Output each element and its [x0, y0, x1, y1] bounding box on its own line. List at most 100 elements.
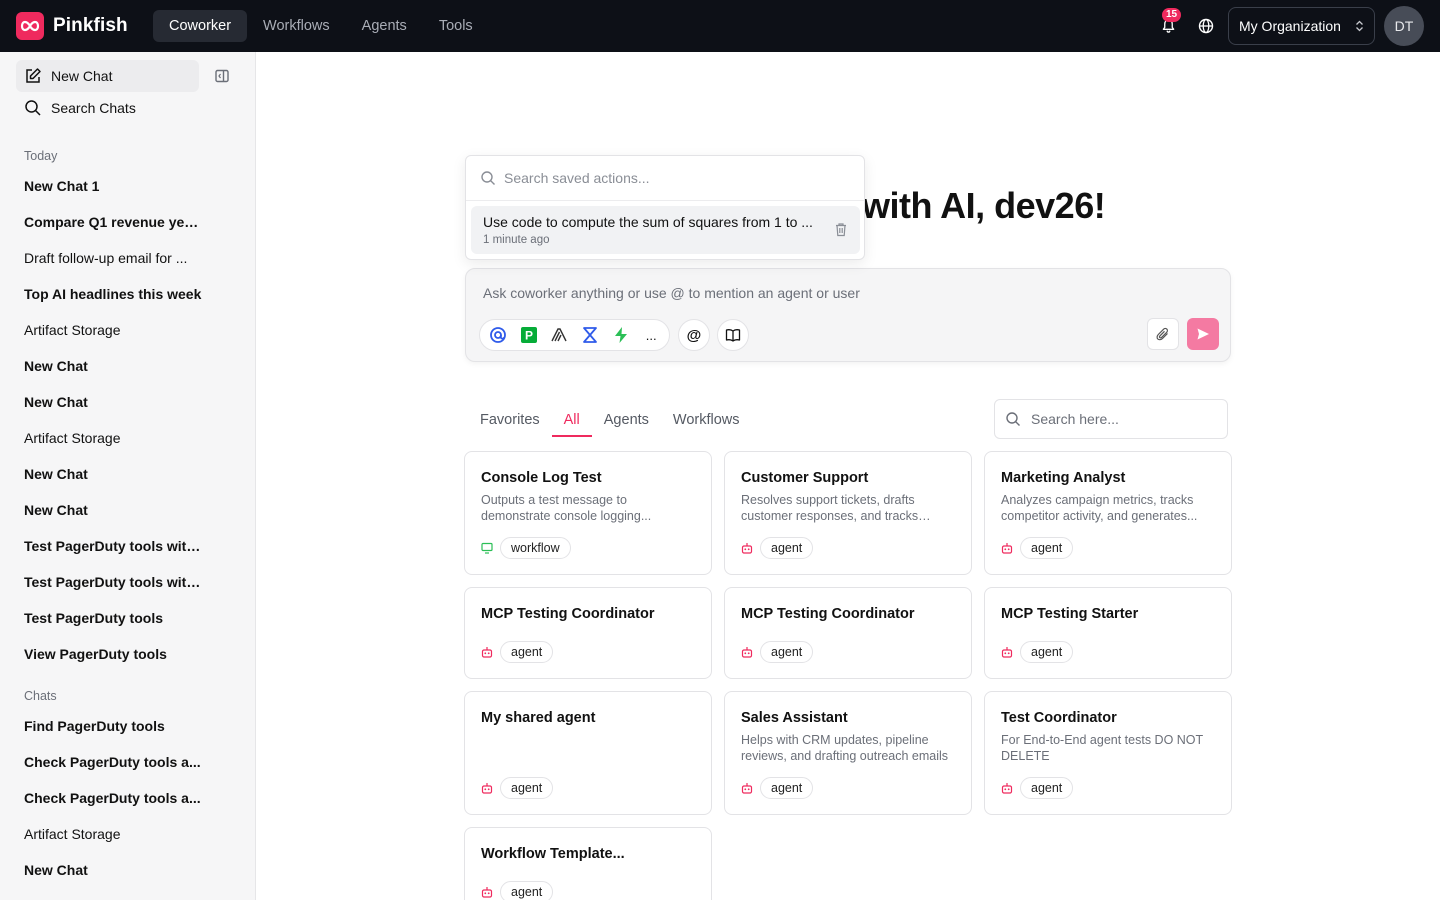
robot-icon: [481, 646, 493, 658]
sidebar-chat-item[interactable]: Find PagerDuty tools: [24, 718, 204, 734]
tab-favorites[interactable]: Favorites: [465, 404, 552, 436]
card-description: Helps with CRM updates, pipeline reviews…: [741, 733, 949, 763]
sidebar-chat-item[interactable]: Artifact Storage: [24, 826, 204, 842]
tool-mention-circle-icon[interactable]: [485, 321, 511, 349]
nav-tab-workflows[interactable]: Workflows: [247, 10, 346, 42]
item-card[interactable]: Sales Assistant Helps with CRM updates, …: [724, 691, 972, 815]
sidebar-chat-item[interactable]: Check PagerDuty tools a...: [24, 790, 204, 806]
card-title: MCP Testing Coordinator: [741, 606, 915, 622]
sidebar-chat-item[interactable]: View PagerDuty tools: [24, 646, 204, 662]
sidebar-chat-item[interactable]: Top AI headlines this week: [24, 286, 204, 302]
saved-action-title: Use code to compute the sum of squares f…: [483, 214, 813, 230]
sidebar-chat-item[interactable]: New Chat: [24, 394, 204, 410]
content-tabs: Favorites All Agents Workflows: [465, 404, 752, 437]
sidebar-chat-item[interactable]: Compare Q1 revenue year...: [24, 214, 204, 230]
robot-icon: [1001, 646, 1013, 658]
sidebar-section-chats: Chats: [24, 689, 57, 703]
tool-pagerduty-icon[interactable]: P: [516, 321, 542, 349]
sidebar-chat-item[interactable]: New Chat: [24, 862, 204, 878]
card-title: Test Coordinator: [1001, 710, 1117, 726]
collapse-sidebar-button[interactable]: [214, 68, 232, 86]
item-card[interactable]: Workflow Template... agent: [464, 827, 712, 900]
sidebar: New Chat Search Chats Today New Chat 1 C…: [0, 52, 256, 900]
card-type-badge: workflow: [500, 537, 571, 559]
globe-icon: [1198, 18, 1214, 34]
tool-hourglass-icon[interactable]: [577, 321, 603, 349]
top-bar: Pinkfish Coworker Workflows Agents Tools…: [0, 0, 1440, 52]
card-description: Resolves support tickets, drafts custome…: [741, 493, 919, 523]
card-title: Marketing Analyst: [1001, 470, 1126, 486]
item-card[interactable]: MCP Testing Coordinator agent: [464, 587, 712, 679]
sidebar-chat-item[interactable]: Check PagerDuty tools a...: [24, 754, 204, 770]
robot-icon: [741, 782, 753, 794]
sidebar-chat-item[interactable]: Test PagerDuty tools with...: [24, 574, 204, 590]
card-type-badge: agent: [1020, 641, 1074, 663]
sidebar-chat-item[interactable]: New Chat: [24, 502, 204, 518]
card-type-badge: agent: [760, 537, 814, 559]
send-button[interactable]: [1187, 318, 1219, 350]
item-card[interactable]: MCP Testing Starter agent: [984, 587, 1232, 679]
user-avatar[interactable]: DT: [1384, 6, 1424, 46]
paperclip-icon: [1156, 327, 1168, 341]
chat-input[interactable]: Ask coworker anything or use @ to mentio…: [483, 285, 860, 301]
card-title: Workflow Template...: [481, 846, 625, 862]
item-card[interactable]: MCP Testing Coordinator agent: [724, 587, 972, 679]
trash-icon: [836, 223, 846, 237]
saved-actions-placeholder: Search saved actions...: [504, 170, 650, 186]
robot-icon: [1001, 542, 1013, 554]
saved-action-time: 1 minute ago: [483, 234, 550, 246]
brand-name: Pinkfish: [53, 15, 128, 36]
item-card[interactable]: Console Log Test Outputs a test message …: [464, 451, 712, 575]
sidebar-chat-item[interactable]: Artifact Storage: [24, 430, 204, 446]
card-type-badge: agent: [760, 641, 814, 663]
item-card[interactable]: My shared agent agent: [464, 691, 712, 815]
nav-tab-agents[interactable]: Agents: [346, 10, 423, 42]
sidebar-chat-item[interactable]: Test PagerDuty tools: [24, 610, 204, 626]
notifications-button[interactable]: 15: [1156, 8, 1182, 38]
mention-button[interactable]: @: [678, 319, 710, 351]
nav-tab-coworker[interactable]: Coworker: [153, 10, 248, 42]
card-title: MCP Testing Starter: [1001, 606, 1139, 622]
saved-action-item[interactable]: Use code to compute the sum of squares f…: [471, 206, 860, 254]
knowledge-book-button[interactable]: [717, 319, 749, 351]
monitor-icon: [481, 542, 493, 554]
robot-icon: [741, 646, 753, 658]
card-description: For End-to-End agent tests DO NOT DELETE: [1001, 733, 1203, 763]
tab-workflows[interactable]: Workflows: [661, 404, 752, 436]
more-tools-button[interactable]: ...: [638, 321, 664, 349]
sidebar-chat-item[interactable]: Test PagerDuty tools with...: [24, 538, 204, 554]
send-icon: [1197, 328, 1209, 340]
sidebar-chat-item[interactable]: New Chat 1: [24, 178, 204, 194]
tool-lightning-icon[interactable]: [608, 321, 634, 349]
organization-select[interactable]: My Organization: [1228, 7, 1375, 45]
search-icon: [25, 100, 41, 116]
tool-triangle-logo-icon[interactable]: [546, 321, 572, 349]
search-chats-button[interactable]: Search Chats: [16, 92, 199, 124]
saved-actions-search-input[interactable]: Search saved actions...: [466, 156, 864, 201]
item-card[interactable]: Customer Support Resolves support ticket…: [724, 451, 972, 575]
search-icon: [1006, 412, 1020, 426]
delete-saved-action-button[interactable]: [834, 222, 848, 242]
card-type-badge: agent: [1020, 537, 1074, 559]
greeting-heading: with AI, dev26!: [862, 185, 1106, 226]
tab-all[interactable]: All: [551, 404, 592, 437]
cards-search-input[interactable]: Search here...: [994, 399, 1228, 439]
language-button[interactable]: [1194, 14, 1218, 38]
tab-agents[interactable]: Agents: [592, 404, 661, 436]
nav-tab-tools[interactable]: Tools: [423, 10, 489, 42]
sidebar-chat-item[interactable]: Artifact Storage: [24, 322, 204, 338]
edit-icon: [26, 68, 41, 83]
brand[interactable]: Pinkfish: [16, 12, 153, 40]
saved-actions-popup: Search saved actions... Use code to comp…: [465, 155, 865, 260]
sidebar-chat-item[interactable]: New Chat: [24, 358, 204, 374]
attach-file-button[interactable]: [1147, 318, 1179, 350]
sidebar-chat-item[interactable]: New Chat: [24, 466, 204, 482]
notification-count-badge: 15: [1162, 8, 1182, 22]
sidebar-toggle-icon: [215, 69, 229, 83]
new-chat-button[interactable]: New Chat: [16, 60, 199, 92]
sidebar-chat-item[interactable]: Draft follow-up email for ...: [24, 250, 204, 266]
book-icon: [725, 329, 741, 342]
item-card[interactable]: Marketing Analyst Analyzes campaign metr…: [984, 451, 1232, 575]
item-card[interactable]: Test Coordinator For End-to-End agent te…: [984, 691, 1232, 815]
cards-search-placeholder: Search here...: [1031, 411, 1119, 427]
